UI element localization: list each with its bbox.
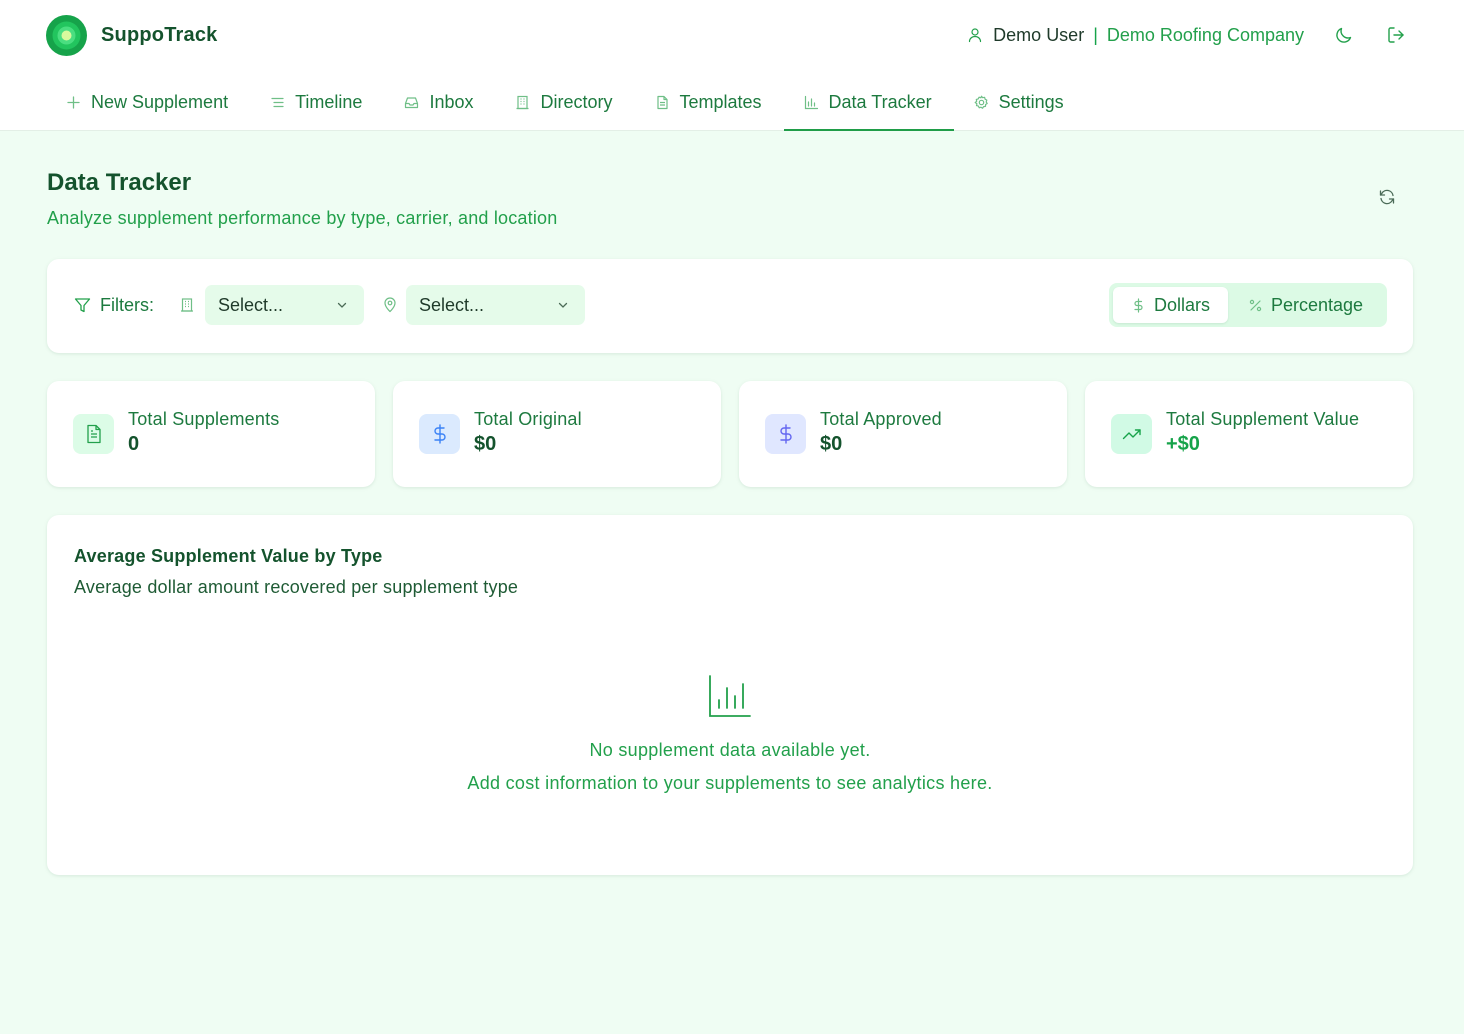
stat-icon-box — [73, 414, 114, 454]
dollar-icon — [1134, 297, 1143, 313]
nav-new-supplement[interactable]: New Supplement — [46, 80, 250, 131]
user-area: Demo User | Demo Roofing Company — [967, 20, 1408, 50]
nav-directory[interactable]: Directory — [495, 80, 634, 131]
filters-card: Filters: Select... Select... Dollars Per… — [47, 259, 1413, 353]
brand-name: SuppoTrack — [101, 23, 218, 46]
avg-value-by-type-card: Average Supplement Value by Type Average… — [47, 515, 1413, 875]
stat-value: 0 — [128, 433, 140, 455]
nav-data-tracker[interactable]: Data Tracker — [783, 80, 954, 131]
plus-icon — [67, 96, 80, 109]
chart-title: Average Supplement Value by Type — [74, 546, 383, 566]
view-mode-toggle: Dollars Percentage — [1109, 283, 1387, 327]
bar-chart-icon — [709, 675, 751, 717]
stat-label: Total Supplements — [128, 409, 280, 429]
bar-chart-icon — [804, 95, 818, 110]
page-subtitle: Analyze supplement performance by type, … — [47, 208, 558, 228]
building-icon — [181, 298, 193, 312]
nav-settings[interactable]: Settings — [954, 80, 1086, 131]
stat-value: $0 — [820, 433, 843, 455]
page-title: Data Tracker — [47, 169, 192, 196]
logout-button[interactable] — [1384, 23, 1408, 47]
toggle-percentage[interactable]: Percentage — [1228, 287, 1383, 323]
file-text-icon — [656, 95, 668, 110]
building-icon — [516, 95, 529, 110]
moon-icon — [1336, 27, 1352, 43]
toggle-label: Dollars — [1153, 294, 1210, 315]
carrier-select[interactable]: Select... — [205, 285, 364, 325]
stat-label: Total Approved — [820, 409, 942, 429]
stat-card-total-approved: Total Approved $0 — [739, 381, 1067, 487]
refresh-button[interactable] — [1376, 186, 1398, 208]
app-header: SuppoTrack Demo User | Demo Roofing Comp… — [0, 0, 1464, 131]
gear-icon — [974, 95, 988, 109]
location-select-value: Select... — [419, 294, 485, 315]
map-pin-icon — [384, 297, 396, 313]
empty-state-hint: Add cost information to your supplements… — [467, 773, 993, 793]
stat-card-total-supplement-value: Total Supplement Value +$0 — [1085, 381, 1413, 487]
stat-value: $0 — [474, 433, 497, 455]
stat-label: Total Supplement Value — [1166, 409, 1360, 429]
chevron-down-icon — [558, 302, 568, 308]
file-text-icon — [86, 424, 101, 444]
nav-label: New Supplement — [91, 92, 229, 112]
stat-icon-box — [419, 414, 460, 454]
nav-label: Settings — [998, 92, 1064, 112]
user-separator: | — [1093, 24, 1098, 45]
log-out-icon — [1387, 27, 1404, 43]
nav-timeline[interactable]: Timeline — [250, 80, 384, 131]
refresh-icon — [1379, 189, 1395, 205]
chevron-down-icon — [337, 302, 347, 308]
main-nav: New Supplement Timeline Inbox Directory … — [46, 80, 1086, 131]
list-icon — [271, 97, 284, 108]
trending-up-icon — [1122, 429, 1141, 440]
location-select[interactable]: Select... — [406, 285, 585, 325]
empty-state-message: No supplement data available yet. — [589, 740, 871, 760]
nav-label: Inbox — [429, 92, 474, 112]
nav-templates[interactable]: Templates — [635, 80, 784, 131]
nav-label: Timeline — [295, 92, 363, 112]
dollar-icon — [779, 424, 792, 444]
theme-toggle-button[interactable] — [1332, 23, 1356, 47]
filters-label-group: Filters: — [74, 295, 154, 316]
user-name: Demo User — [993, 24, 1085, 45]
toggle-dollars[interactable]: Dollars — [1113, 287, 1228, 323]
brand[interactable]: SuppoTrack — [46, 14, 218, 56]
chart-subtitle: Average dollar amount recovered per supp… — [74, 577, 519, 597]
filters-label: Filters: — [100, 295, 154, 315]
user-icon — [969, 28, 982, 43]
stat-label: Total Original — [474, 409, 582, 429]
filter-icon — [74, 298, 91, 313]
stat-card-total-supplements: Total Supplements 0 — [47, 381, 375, 487]
nav-label: Data Tracker — [828, 92, 932, 112]
dollar-icon — [433, 424, 446, 444]
stat-value: +$0 — [1166, 433, 1200, 455]
nav-label: Templates — [679, 92, 762, 112]
percent-icon — [1249, 299, 1262, 311]
stat-icon-box — [765, 414, 806, 454]
company-name: Demo Roofing Company — [1106, 24, 1304, 45]
nav-inbox[interactable]: Inbox — [384, 80, 495, 131]
carrier-select-value: Select... — [218, 294, 284, 315]
logo-icon — [46, 14, 87, 56]
inbox-icon — [405, 97, 419, 109]
stat-icon-box — [1111, 414, 1152, 454]
toggle-label: Percentage — [1270, 294, 1364, 315]
stat-card-total-original: Total Original $0 — [393, 381, 721, 487]
nav-label: Directory — [540, 92, 613, 112]
